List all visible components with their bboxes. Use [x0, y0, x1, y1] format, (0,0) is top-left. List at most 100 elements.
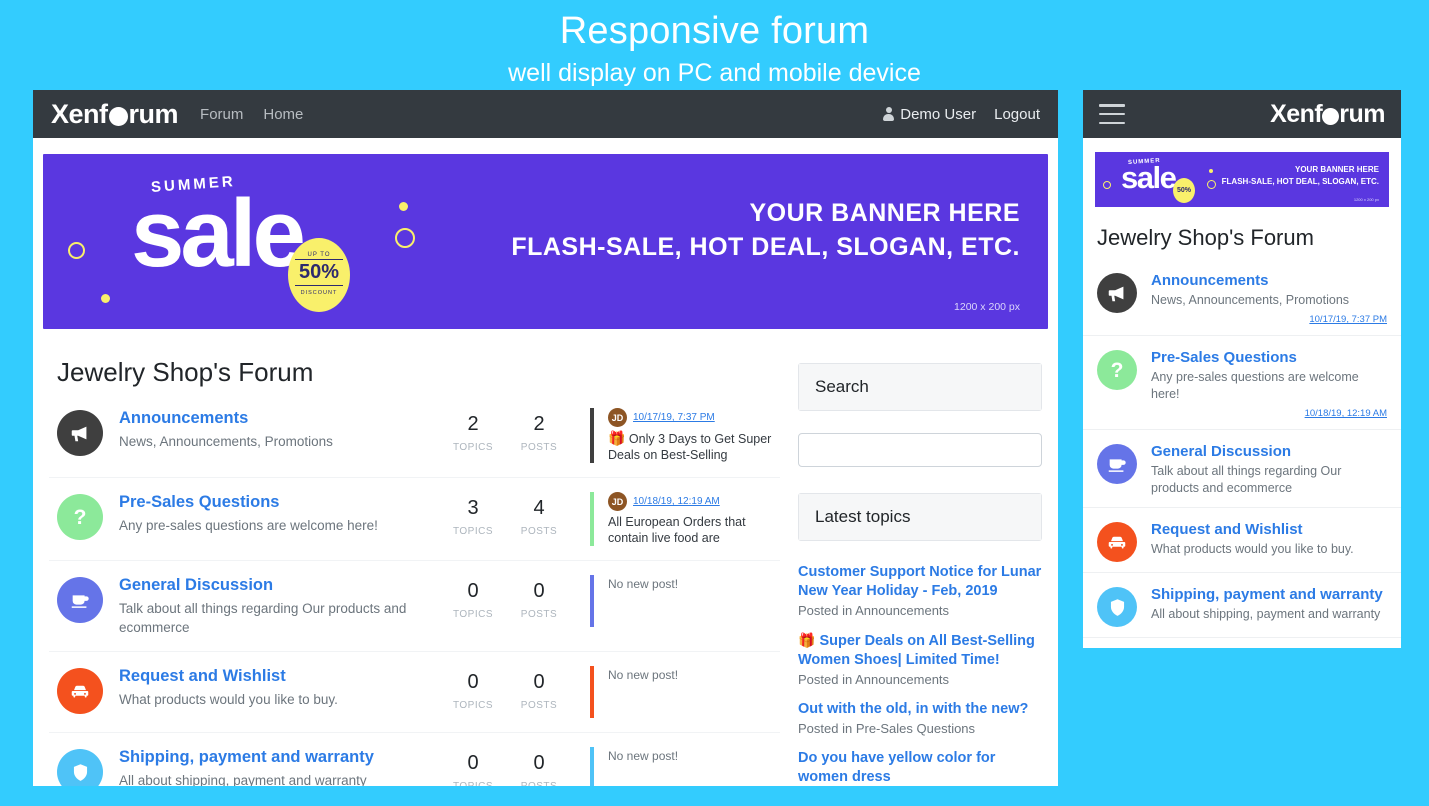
posts-stat: 0 POSTS — [506, 666, 572, 711]
banner-ring-decoration — [395, 228, 415, 248]
mobile-banner-ring — [1207, 180, 1216, 189]
page-title: Jewelry Shop's Forum — [57, 357, 314, 387]
author-avatar: JD — [608, 408, 627, 427]
banner-headline: YOUR BANNER HERE FLASH-SALE, HOT DEAL, S… — [511, 196, 1020, 264]
forum-name-link[interactable]: General Discussion — [119, 575, 440, 595]
mobile-site-logo[interactable]: Xenf rum — [1270, 100, 1385, 129]
search-input[interactable] — [798, 433, 1042, 467]
forum-list: Announcements News, Announcements, Promot… — [49, 394, 780, 786]
badge-discount-text: DISCOUNT — [300, 290, 338, 296]
mobile-forum-name-link[interactable]: Shipping, payment and warranty — [1151, 585, 1387, 604]
question-icon: ? — [1097, 350, 1137, 390]
topics-count: 0 — [467, 752, 479, 774]
mobile-forum-list: Announcements News, Announcements, Promot… — [1083, 259, 1401, 648]
mobile-promo-banner[interactable]: SUMMER sale 50% YOUR BANNER HERE FLASH-S… — [1095, 152, 1389, 207]
promo-title: Responsive forum — [559, 10, 870, 52]
banner-sale-text: sale — [131, 180, 306, 287]
forum-row[interactable]: Shipping, payment and warranty All about … — [49, 733, 780, 786]
last-post-cell: No new post! — [590, 575, 780, 627]
latest-topics-list: Customer Support Notice for Lunar New Ye… — [798, 563, 1042, 786]
forum-description: Any pre-sales questions are welcome here… — [119, 518, 378, 533]
forum-name-link[interactable]: Request and Wishlist — [119, 666, 440, 686]
last-post-title[interactable]: All European Orders that contain live fo… — [608, 514, 780, 546]
mobile-forum-row[interactable]: Announcements News, Announcements, Promot… — [1083, 259, 1401, 336]
topics-stat: 3 TOPICS — [440, 492, 506, 537]
latest-topic-title[interactable]: Out with the old, in with the new? — [798, 700, 1042, 719]
mobile-last-post-date[interactable]: 10/17/19, 7:37 PM — [1151, 314, 1387, 325]
mobile-preview: Xenf rum SUMMER sale 50% YOUR BANNER HERE… — [1083, 90, 1401, 648]
mobile-forum-row[interactable]: ? Pre-Sales Questions Any pre-sales questi… — [1083, 336, 1401, 430]
last-post-cell: No new post! — [590, 666, 780, 718]
mobile-forum-row[interactable]: Customer Center — [1083, 638, 1401, 648]
gift-icon: 🎁 — [798, 632, 816, 648]
mobile-forum-row[interactable]: Shipping, payment and warranty All about … — [1083, 573, 1401, 638]
mobile-forum-name-link[interactable]: Request and Wishlist — [1151, 520, 1387, 539]
nav-link-forum[interactable]: Forum — [200, 106, 243, 123]
mobile-forum-description: Talk about all things regarding Our prod… — [1151, 464, 1342, 495]
desktop-nav-right: Demo User Logout — [883, 106, 1040, 123]
forum-name-link[interactable]: Shipping, payment and warranty — [119, 747, 440, 767]
mobile-forum-row[interactable]: Request and Wishlist What products would … — [1083, 508, 1401, 573]
topics-label: TOPICS — [452, 526, 494, 537]
posts-count: 0 — [533, 580, 545, 602]
posts-count: 4 — [533, 497, 545, 519]
latest-topic-item[interactable]: Out with the old, in with the new? Posted… — [798, 700, 1042, 738]
latest-topic-item[interactable]: 🎁 Super Deals on All Best-Selling Women … — [798, 631, 1042, 689]
last-post-date[interactable]: 10/18/19, 12:19 AM — [633, 496, 720, 507]
latest-topic-title[interactable]: 🎁 Super Deals on All Best-Selling Women … — [798, 631, 1042, 670]
topics-label: TOPICS — [452, 700, 494, 711]
logo-text-part1: Xenf — [51, 98, 108, 129]
mobile-forum-name-link[interactable]: Announcements — [1151, 271, 1387, 290]
forum-description: Talk about all things regarding Our prod… — [119, 601, 407, 635]
topics-count: 2 — [467, 413, 479, 435]
forum-name-link[interactable]: Pre-Sales Questions — [119, 492, 440, 512]
topics-stat: 0 TOPICS — [440, 666, 506, 711]
mobile-banner-line1: YOUR BANNER HERE — [1294, 165, 1379, 174]
posts-count: 0 — [533, 752, 545, 774]
hamburger-menu-icon[interactable] — [1099, 104, 1125, 124]
mobile-forum-name-link[interactable]: General Discussion — [1151, 442, 1387, 461]
forum-name-link[interactable]: Announcements — [119, 408, 440, 428]
banner-dot-decoration — [101, 294, 110, 303]
posts-stat: 0 POSTS — [506, 747, 572, 786]
mobile-page-title: Jewelry Shop's Forum — [1097, 225, 1314, 250]
sidebar: Search Latest topics Customer Support No… — [780, 329, 1042, 786]
promo-banner[interactable]: SUMMER sale UP TO 50% DISCOUNT YOUR BANN… — [43, 154, 1048, 329]
screenshot-stage: Xenf rum Forum Home Demo User Logout SUMM… — [0, 90, 1429, 786]
latest-topic-item[interactable]: Do you have yellow color for women dress… — [798, 749, 1042, 786]
forum-list-column: Jewelry Shop's Forum Announcements News, … — [49, 329, 780, 786]
search-panel-title: Search — [799, 364, 1041, 410]
banner-dot-decoration — [399, 202, 408, 211]
forum-row[interactable]: General Discussion Talk about all things … — [49, 561, 780, 652]
latest-topic-title[interactable]: Customer Support Notice for Lunar New Ye… — [798, 563, 1042, 601]
posts-stat: 4 POSTS — [506, 492, 572, 537]
logout-link[interactable]: Logout — [994, 106, 1040, 123]
car-icon — [57, 668, 103, 714]
posts-stat: 2 POSTS — [506, 408, 572, 453]
last-post-title[interactable]: 🎁 Only 3 Days to Get Super Deals on Best… — [608, 430, 780, 463]
forum-row[interactable]: Request and Wishlist What products would … — [49, 652, 780, 733]
banner-ring-decoration — [68, 242, 85, 259]
nav-link-home[interactable]: Home — [263, 106, 303, 123]
mobile-last-post-date[interactable]: 10/18/19, 12:19 AM — [1151, 408, 1387, 419]
topics-count: 0 — [467, 671, 479, 693]
mobile-banner-badge: 50% — [1173, 178, 1195, 203]
forum-row[interactable]: ? Pre-Sales Questions Any pre-sales questi… — [49, 478, 780, 561]
last-post-date[interactable]: 10/17/19, 7:37 PM — [633, 412, 715, 423]
user-menu[interactable]: Demo User — [883, 106, 976, 123]
mobile-forum-row[interactable]: General Discussion Talk about all things … — [1083, 430, 1401, 508]
desktop-nav-links: Forum Home — [200, 106, 303, 123]
latest-topic-category: Posted in Pre-Sales Questions — [798, 721, 976, 736]
mobile-forum-description: News, Announcements, Promotions — [1151, 293, 1350, 307]
mobile-forum-name-link[interactable]: Pre-Sales Questions — [1151, 348, 1387, 367]
latest-topic-title[interactable]: Do you have yellow color for women dress — [798, 749, 1042, 786]
posts-label: POSTS — [520, 526, 558, 537]
posts-stat: 0 POSTS — [506, 575, 572, 620]
last-post-cell: JD 10/17/19, 7:37 PM 🎁 Only 3 Days to Get … — [590, 408, 780, 463]
mobile-logo-part1: Xenf — [1270, 99, 1323, 128]
desktop-main: Jewelry Shop's Forum Announcements News, … — [43, 329, 1048, 786]
latest-topic-item[interactable]: Customer Support Notice for Lunar New Ye… — [798, 563, 1042, 620]
topics-count: 3 — [467, 497, 479, 519]
forum-row[interactable]: Announcements News, Announcements, Promot… — [49, 394, 780, 478]
site-logo[interactable]: Xenf rum — [51, 98, 179, 130]
